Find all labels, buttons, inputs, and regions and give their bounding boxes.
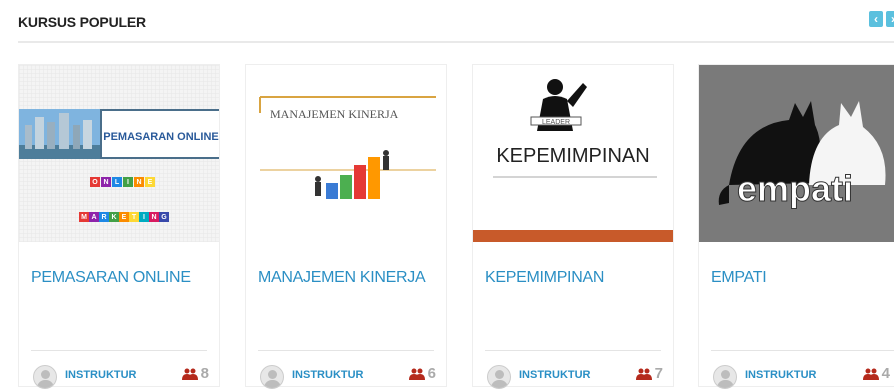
student-count-group: 6: [408, 365, 436, 382]
course-image[interactable]: PEMASARAN ONLINE ONLINE MARKETING: [19, 65, 219, 242]
course-image-caption: PEMASARAN ONLINE: [103, 131, 219, 143]
instructor-label[interactable]: INSTRUKTUR: [519, 369, 591, 381]
letter-tile-text: N: [136, 179, 141, 186]
course-image[interactable]: MANAJEMEN KINERJA: [246, 65, 446, 242]
student-count-group: 8: [181, 365, 209, 382]
course-title[interactable]: KEPEMIMPINAN: [485, 269, 604, 287]
student-count: 4: [881, 365, 890, 382]
course-title[interactable]: EMPATI: [711, 269, 767, 287]
card-separator: [258, 350, 434, 351]
instructor-avatar: [713, 365, 737, 389]
course-image-art: PEMASARAN ONLINE ONLINE MARKETING: [19, 65, 219, 242]
instructor-label[interactable]: INSTRUKTUR: [65, 369, 137, 381]
course-image-art: LEADER KEPEMIMPINAN: [473, 79, 673, 242]
course-card[interactable]: empati EMPATI INSTRUKTUR 4: [698, 64, 894, 389]
nav-next-button[interactable]: ›: [886, 11, 894, 27]
course-card[interactable]: LEADER KEPEMIMPINAN KEPEMIMPINAN INSTRUK…: [472, 64, 674, 389]
course-image[interactable]: LEADER KEPEMIMPINAN: [473, 65, 673, 242]
letter-tile-text: G: [161, 214, 167, 221]
letter-tile-text: K: [111, 214, 116, 221]
instructor-avatar: [487, 365, 511, 389]
student-count: 7: [654, 365, 663, 382]
course-card[interactable]: MANAJEMEN KINERJA MANAJEMEN KINERJA INST…: [245, 64, 447, 389]
course-image-caption: MANAJEMEN KINERJA: [270, 107, 399, 121]
letter-tile-text: A: [91, 214, 96, 221]
student-count: 8: [200, 365, 209, 382]
course-image-small-label: LEADER: [542, 119, 570, 126]
section-divider: [18, 41, 894, 43]
instructor-label[interactable]: INSTRUKTUR: [292, 369, 364, 381]
nav-prev-button[interactable]: ‹: [869, 11, 883, 27]
letter-tile-text: T: [132, 214, 137, 221]
course-image-art: MANAJEMEN KINERJA: [259, 96, 436, 199]
letter-tile-text: O: [92, 179, 98, 186]
users-icon: [181, 368, 198, 380]
student-count-group: 7: [635, 365, 663, 382]
letter-tile-text: E: [122, 214, 127, 221]
letter-tile-text: L: [115, 179, 120, 186]
course-card[interactable]: PEMASARAN ONLINE ONLINE MARKETING PEMASA…: [18, 64, 220, 389]
course-image-caption: empati: [737, 168, 853, 209]
card-separator: [31, 350, 207, 351]
instructor-avatar: [33, 365, 57, 389]
student-count-group: 4: [862, 365, 890, 382]
letter-tile-text: R: [101, 214, 106, 221]
instructor-label[interactable]: INSTRUKTUR: [745, 369, 817, 381]
users-icon: [862, 368, 879, 380]
instructor-avatar: [260, 365, 284, 389]
users-icon: [408, 368, 425, 380]
letter-tile-text: N: [151, 214, 156, 221]
users-icon: [635, 368, 652, 380]
course-image-caption: KEPEMIMPINAN: [496, 145, 649, 167]
card-separator: [485, 350, 661, 351]
letter-tile-text: E: [148, 179, 153, 186]
course-image[interactable]: empati: [699, 65, 894, 242]
section-title: KURSUS POPULER: [18, 14, 146, 30]
course-title[interactable]: PEMASARAN ONLINE: [31, 269, 191, 287]
card-separator: [711, 350, 894, 351]
course-image-art: empati: [699, 65, 894, 242]
letter-tile-text: I: [127, 179, 129, 186]
letter-tile-text: N: [103, 179, 108, 186]
letter-tile-text: I: [143, 214, 145, 221]
course-title[interactable]: MANAJEMEN KINERJA: [258, 269, 426, 287]
letter-tile-text: M: [81, 214, 87, 221]
student-count: 6: [427, 365, 436, 382]
